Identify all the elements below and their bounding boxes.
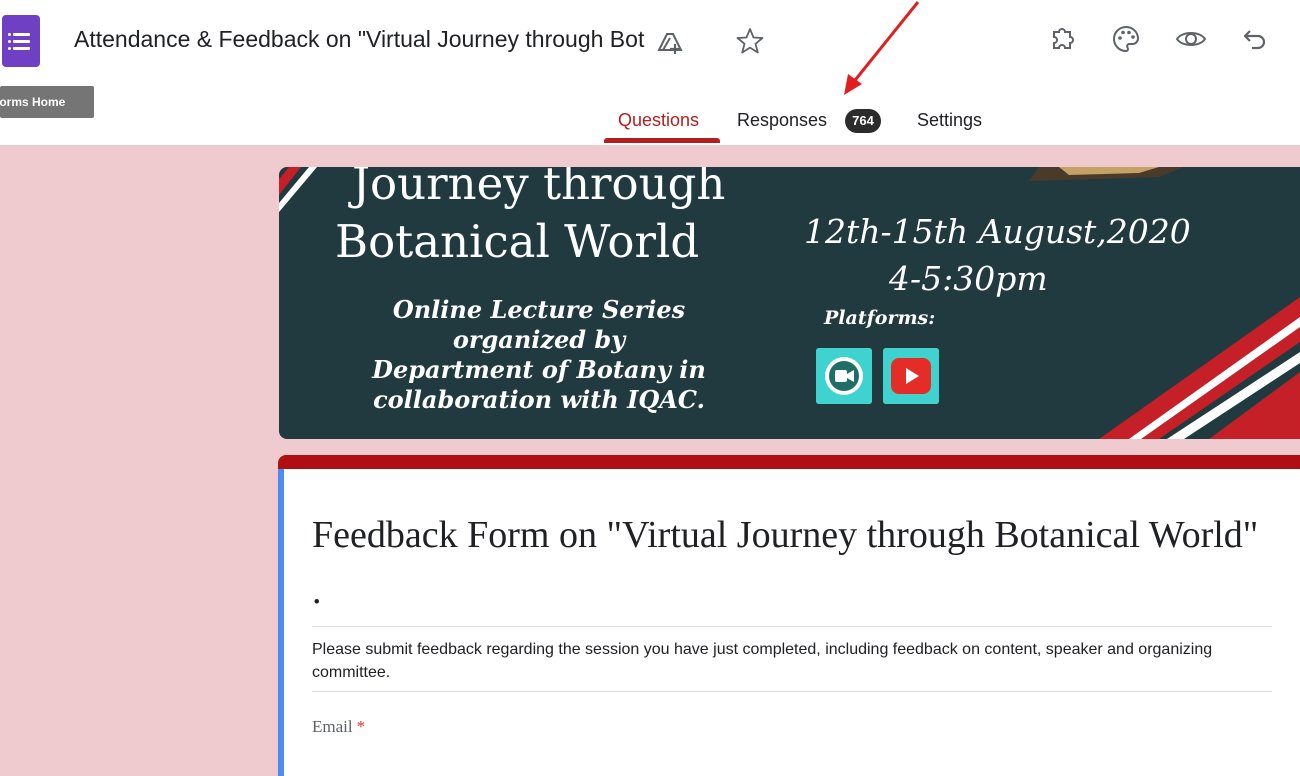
forms-home-tooltip: Forms Home bbox=[0, 86, 94, 118]
banner-subtitle-line2: organized by bbox=[452, 325, 626, 354]
email-field-label: Email * bbox=[312, 717, 365, 737]
banner-date: 12th-15th August,2020 bbox=[804, 212, 1191, 251]
add-to-drive-icon[interactable] bbox=[653, 26, 685, 56]
description-divider bbox=[312, 691, 1272, 692]
form-header-card[interactable]: Feedback Form on "Virtual Journey throug… bbox=[278, 455, 1300, 776]
active-tab-indicator bbox=[604, 138, 720, 143]
form-document-title[interactable]: Attendance & Feedback on "Virtual Journe… bbox=[74, 26, 644, 53]
banner-subtitle-line4: collaboration with IQAC. bbox=[373, 385, 705, 414]
palette-icon[interactable] bbox=[1109, 22, 1143, 56]
addon-puzzle-icon[interactable] bbox=[1046, 22, 1080, 56]
google-meet-icon bbox=[816, 348, 872, 404]
star-icon[interactable] bbox=[735, 26, 765, 56]
header-banner-image: Journey through Botanical World Online L… bbox=[279, 167, 1300, 439]
title-divider bbox=[312, 626, 1272, 627]
email-label-text: Email bbox=[312, 717, 353, 736]
banner-platforms-label: Platforms: bbox=[824, 307, 936, 329]
form-title[interactable]: Feedback Form on "Virtual Journey throug… bbox=[312, 507, 1272, 619]
responses-count-badge: 764 bbox=[845, 109, 881, 133]
annotation-arrow bbox=[844, 1, 920, 95]
preview-eye-icon[interactable] bbox=[1174, 22, 1208, 56]
banner-subtitle-line3: Department of Botany in bbox=[372, 355, 706, 384]
youtube-icon bbox=[883, 348, 939, 404]
banner-subtitle: Online Lecture Series organized by Depar… bbox=[359, 295, 719, 415]
banner-subtitle-line1: Online Lecture Series bbox=[392, 295, 686, 324]
google-forms-icon[interactable] bbox=[2, 15, 40, 67]
top-bar: Attendance & Feedback on "Virtual Journe… bbox=[0, 0, 1300, 145]
tab-questions[interactable]: Questions bbox=[618, 110, 699, 131]
form-canvas: Journey through Botanical World Online L… bbox=[0, 145, 1300, 776]
banner-title-line1: Journey through bbox=[352, 167, 726, 210]
tab-settings[interactable]: Settings bbox=[917, 110, 982, 131]
banner-title-line2: Botanical World bbox=[335, 215, 700, 268]
banner-time: 4-5:30pm bbox=[889, 259, 1048, 298]
form-description[interactable]: Please submit feedback regarding the ses… bbox=[312, 638, 1272, 684]
required-asterisk: * bbox=[356, 717, 366, 736]
tab-responses[interactable]: Responses bbox=[737, 110, 827, 131]
undo-icon[interactable] bbox=[1238, 22, 1272, 56]
card-focus-indicator bbox=[278, 469, 284, 776]
card-theme-strip bbox=[278, 455, 1300, 469]
